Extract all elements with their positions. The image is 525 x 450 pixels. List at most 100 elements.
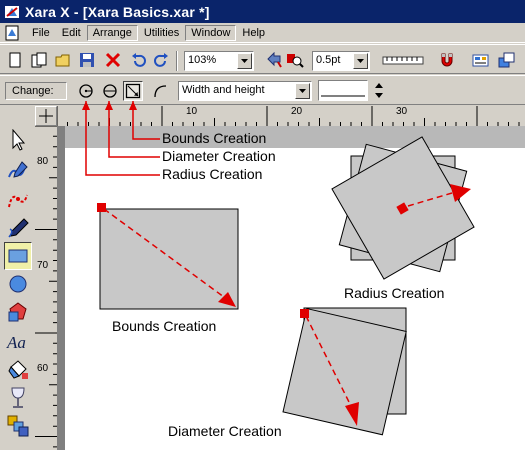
curve-corner-icon bbox=[154, 85, 167, 98]
diameter-example-caption: Diameter Creation bbox=[168, 423, 282, 439]
selector-tool[interactable] bbox=[4, 126, 32, 154]
diameter-callout-label: Diameter Creation bbox=[162, 148, 276, 164]
page-top-margin bbox=[65, 126, 525, 148]
window-title: Xara X - [Xara Basics.xar *] bbox=[25, 3, 210, 20]
zoom-value: 103% bbox=[188, 54, 217, 66]
line-width-value: 0.5pt bbox=[316, 54, 341, 66]
menu-file[interactable]: File bbox=[26, 25, 56, 41]
blend-tool[interactable] bbox=[4, 412, 32, 440]
vruler-label-70: 70 bbox=[37, 260, 49, 271]
change-label: Change: bbox=[5, 82, 67, 100]
chevron-down-icon bbox=[299, 89, 306, 93]
paint-bucket-icon bbox=[8, 360, 28, 379]
drawing-page[interactable] bbox=[65, 148, 525, 450]
bounds-creation-icon bbox=[125, 83, 141, 99]
svg-text:Aa: Aa bbox=[6, 333, 26, 352]
new-document-button[interactable] bbox=[4, 50, 26, 70]
magnet-icon bbox=[441, 53, 453, 67]
bezier-curve-icon bbox=[8, 194, 28, 208]
xara-app-icon bbox=[5, 5, 19, 18]
dimension-field[interactable] bbox=[318, 80, 368, 101]
vruler-label-80: 80 bbox=[37, 156, 49, 167]
vertical-ruler[interactable]: 80 70 60 bbox=[35, 126, 57, 450]
diameter-creation-icon bbox=[103, 84, 117, 98]
blend-shapes-icon bbox=[7, 415, 29, 437]
pen-tool[interactable] bbox=[4, 214, 32, 242]
ellipse-tool-infobar: Change: Width and height bbox=[0, 75, 525, 105]
transparency-tool[interactable] bbox=[4, 384, 32, 412]
zoom-dropdown-button[interactable] bbox=[237, 53, 252, 69]
dimension-spinner[interactable] bbox=[372, 80, 386, 102]
delete-x-icon bbox=[105, 52, 121, 68]
fill-tool[interactable] bbox=[4, 356, 32, 384]
rectangle-icon bbox=[8, 249, 28, 263]
resize-mode-dropdown-button[interactable] bbox=[295, 83, 310, 99]
layers-icon bbox=[498, 52, 515, 68]
open-folder-icon bbox=[55, 54, 70, 67]
bounds-creation-button[interactable] bbox=[123, 81, 143, 101]
chevron-down-icon bbox=[241, 59, 248, 63]
radius-creation-icon bbox=[79, 84, 93, 98]
spinner-arrows-icon bbox=[375, 83, 383, 98]
menu-window[interactable]: Window bbox=[185, 24, 237, 41]
redo-button[interactable] bbox=[150, 50, 172, 70]
menu-edit[interactable]: Edit bbox=[56, 25, 87, 41]
make-shape-curve-button[interactable] bbox=[150, 81, 170, 101]
line-width-dropdown-button[interactable] bbox=[353, 53, 368, 69]
radius-callout-label: Radius Creation bbox=[162, 166, 263, 182]
arrow-pointer-icon bbox=[12, 129, 26, 151]
resize-mode-combo[interactable]: Width and height bbox=[178, 81, 312, 101]
menu-bar: File Edit Arrange Utilities Window Help bbox=[0, 23, 525, 43]
crosshair-icon bbox=[39, 109, 53, 123]
radius-example-caption: Radius Creation bbox=[344, 285, 445, 301]
ellipse-tool[interactable] bbox=[4, 270, 32, 298]
undo-button[interactable] bbox=[128, 50, 150, 70]
horizontal-ruler[interactable]: 10 20 30 bbox=[57, 106, 525, 126]
wine-glass-icon bbox=[11, 387, 25, 408]
gallery-button[interactable] bbox=[470, 50, 492, 70]
delete-button[interactable] bbox=[102, 50, 124, 70]
text-tool[interactable]: Aa bbox=[4, 328, 32, 356]
previous-zoom-button[interactable] bbox=[262, 50, 284, 70]
ruler-origin-button[interactable] bbox=[35, 106, 57, 126]
zoom-combo[interactable]: 103% bbox=[184, 51, 254, 71]
save-disk-icon bbox=[80, 53, 94, 67]
zoom-to-drawing-button[interactable] bbox=[284, 50, 306, 70]
chevron-down-icon bbox=[357, 59, 364, 63]
hruler-label-30: 30 bbox=[396, 106, 408, 117]
bounds-example-caption: Bounds Creation bbox=[112, 318, 217, 334]
freehand-tool[interactable] bbox=[4, 156, 32, 184]
resize-mode-value: Width and height bbox=[182, 84, 265, 96]
menu-help[interactable]: Help bbox=[236, 25, 271, 41]
toolbox: Aa bbox=[0, 106, 35, 450]
ellipse-icon bbox=[9, 275, 27, 293]
freehand-pen-icon bbox=[8, 161, 28, 178]
ruler-slider-icon bbox=[382, 56, 424, 65]
dimension-underline bbox=[321, 95, 365, 97]
gallery-icon bbox=[472, 54, 489, 67]
bezier-tool[interactable] bbox=[4, 186, 32, 214]
main-toolbar: 103% 0.5pt bbox=[0, 44, 525, 74]
menu-utilities[interactable]: Utilities bbox=[138, 25, 185, 41]
open-button[interactable] bbox=[52, 50, 74, 70]
new-template-button[interactable] bbox=[28, 50, 50, 70]
redo-icon bbox=[154, 53, 168, 67]
pages-icon bbox=[31, 52, 47, 68]
hruler-label-20: 20 bbox=[291, 106, 303, 117]
save-button[interactable] bbox=[76, 50, 98, 70]
rectangle-tool[interactable] bbox=[4, 242, 32, 270]
snap-button[interactable] bbox=[436, 50, 458, 70]
radius-creation-button[interactable] bbox=[76, 81, 96, 101]
quickshape-tool[interactable] bbox=[4, 298, 32, 326]
zoom-drawing-icon bbox=[287, 54, 304, 68]
undo-icon bbox=[132, 53, 146, 67]
menu-arrange[interactable]: Arrange bbox=[86, 24, 138, 41]
diameter-creation-button[interactable] bbox=[100, 81, 120, 101]
toolbar-separator bbox=[176, 51, 178, 71]
document-icon[interactable] bbox=[4, 25, 20, 41]
tool-settings-button[interactable] bbox=[380, 50, 426, 70]
previous-zoom-icon bbox=[267, 52, 282, 68]
vruler-label-60: 60 bbox=[37, 363, 49, 374]
layers-button[interactable] bbox=[496, 50, 518, 70]
line-width-combo[interactable]: 0.5pt bbox=[312, 51, 370, 71]
